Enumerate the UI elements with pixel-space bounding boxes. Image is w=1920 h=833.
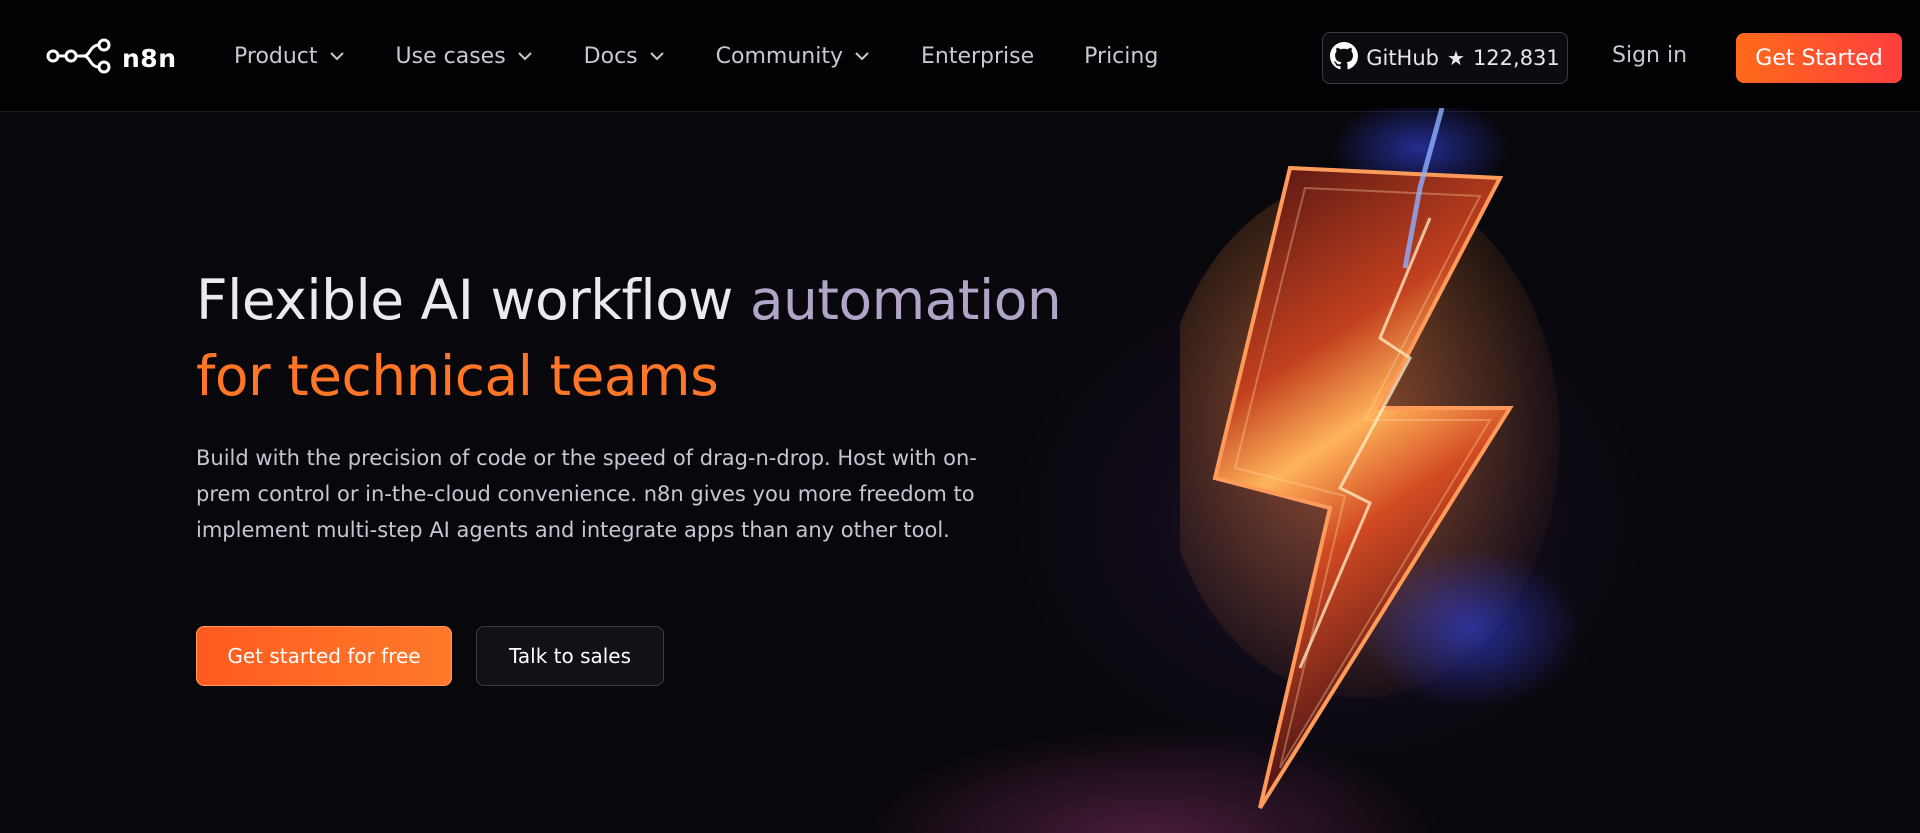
github-star-count: 122,831 — [1472, 46, 1560, 70]
brand-name: n8n — [122, 43, 177, 73]
menu-item-label: Product — [234, 43, 318, 69]
hero-title-part3: for technical teams — [196, 344, 719, 408]
chevron-down-icon — [517, 52, 532, 61]
menu-item-use-cases[interactable]: Use cases — [396, 44, 534, 69]
hero-title-part1: Flexible AI workflow — [196, 268, 750, 332]
menu-item-docs[interactable]: Docs — [584, 44, 666, 69]
menu-item-pricing[interactable]: Pricing — [1084, 44, 1158, 69]
hero-description: Build with the precision of code or the … — [196, 446, 977, 542]
menu-item-label: Use cases — [395, 43, 506, 69]
get-started-free-button[interactable]: Get started for free — [196, 626, 452, 686]
main-menu: Product Use cases Docs Community Enterpr… — [234, 0, 1208, 112]
menu-item-product[interactable]: Product — [234, 44, 346, 69]
github-icon — [1330, 41, 1359, 75]
chevron-down-icon — [649, 52, 664, 61]
hero-title: Flexible AI workflow automation for tech… — [196, 262, 1096, 414]
hero-illustration — [1160, 98, 1600, 833]
menu-item-label: Docs — [583, 43, 638, 69]
menu-item-label: Enterprise — [920, 43, 1035, 69]
page: n8n Product Use cases Docs Community Ent… — [0, 0, 1920, 833]
github-stars-button[interactable]: GitHub ★ 122,831 — [1322, 32, 1568, 84]
lightning-bolt-icon — [1160, 98, 1580, 810]
sign-in-link[interactable]: Sign in — [1612, 43, 1687, 68]
github-label: GitHub — [1366, 46, 1439, 70]
hero-title-part2: automation — [749, 268, 1062, 332]
brand-logo[interactable]: n8n — [46, 38, 177, 78]
talk-to-sales-button[interactable]: Talk to sales — [476, 626, 664, 686]
n8n-logo-icon — [46, 38, 112, 78]
top-navigation: n8n Product Use cases Docs Community Ent… — [0, 0, 1920, 112]
chevron-down-icon — [855, 52, 869, 61]
menu-item-label: Community — [715, 43, 843, 69]
menu-item-community[interactable]: Community — [716, 44, 871, 69]
menu-item-label: Pricing — [1084, 43, 1159, 69]
menu-item-enterprise[interactable]: Enterprise — [921, 44, 1034, 69]
star-icon: ★ — [1447, 46, 1465, 70]
get-started-button[interactable]: Get Started — [1736, 33, 1902, 83]
chevron-down-icon — [329, 52, 344, 61]
